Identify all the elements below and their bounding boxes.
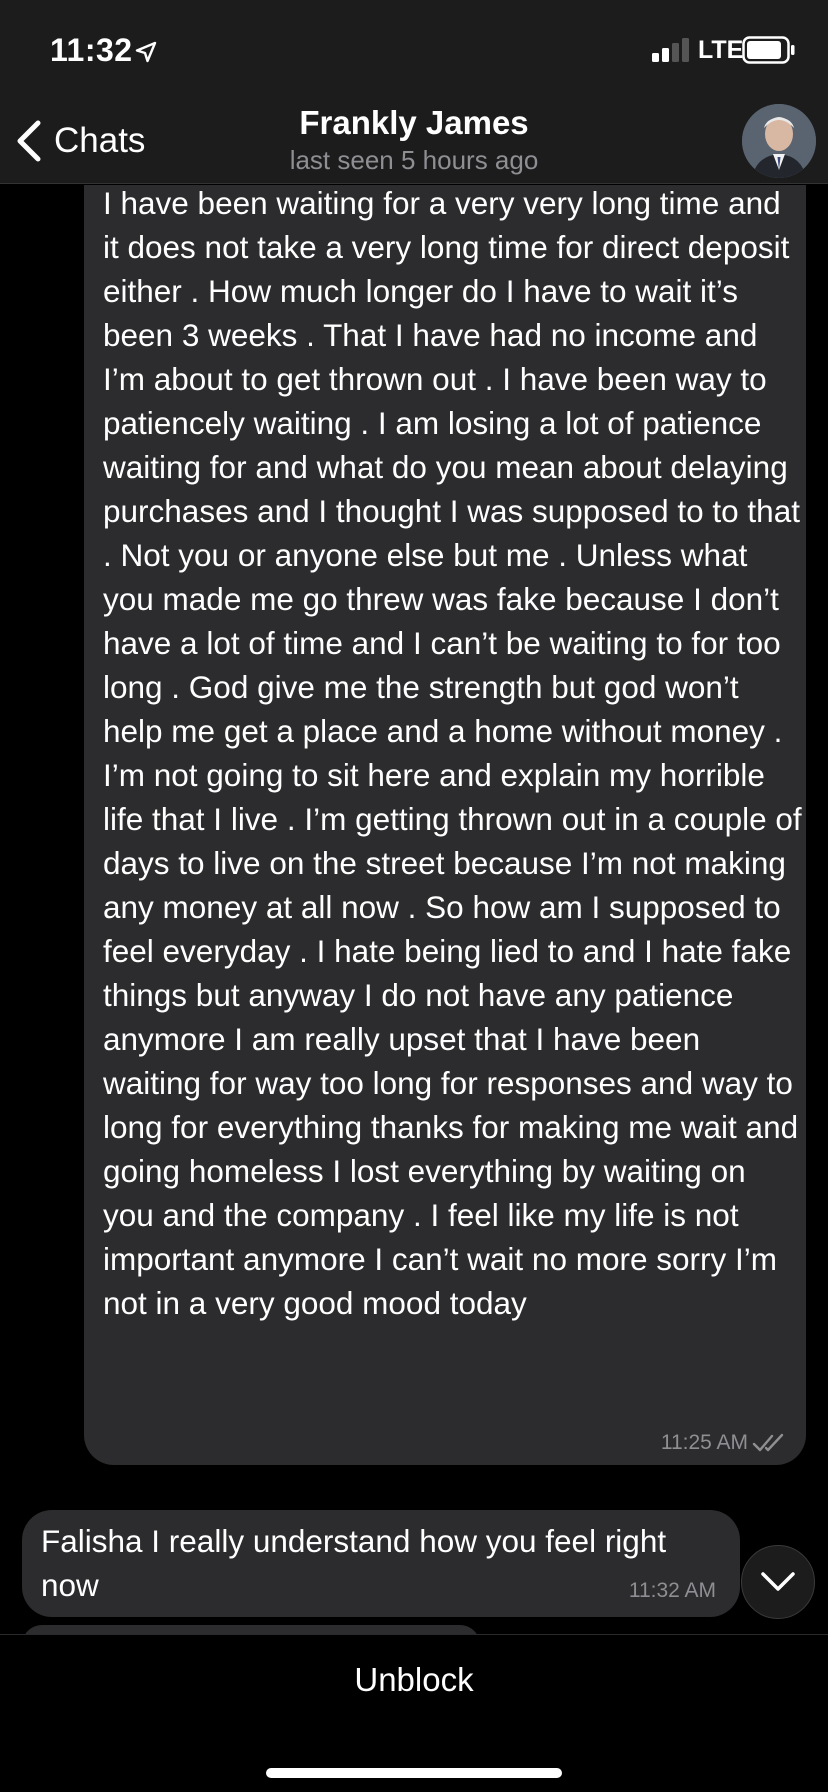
double-check-icon [752,1433,784,1452]
outgoing-message-bubble[interactable]: I have been waiting for a very very long… [84,185,806,1465]
message-time: 11:25 AM [660,1431,748,1454]
message-list[interactable]: I have been waiting for a very very long… [0,185,828,1635]
scroll-to-bottom-button[interactable] [741,1545,815,1619]
avatar[interactable] [742,104,816,178]
message-meta: 11:32 AM [629,1579,716,1603]
contact-name[interactable]: Frankly James [0,104,828,142]
message-time: 11:32 AM [628,1579,716,1602]
battery-icon [742,36,795,64]
incoming-message-bubble[interactable]: Falisha I really understand how you feel… [22,1510,740,1617]
last-seen-status: last seen 5 hours ago [289,145,539,175]
chat-header: Chats Frankly James last seen 5 hours ag… [0,96,828,184]
network-label: LTE [698,36,744,64]
home-indicator[interactable] [266,1768,562,1778]
message-meta: 11:25 AM [661,1431,786,1455]
status-bar: 11:32 LTE [0,0,828,96]
avatar-portrait-icon [742,104,816,178]
message-text: I have been waiting for a very very long… [103,185,802,1321]
signal-icon [652,38,689,62]
bottom-bar: Unblock [0,1634,828,1792]
location-arrow-icon [135,41,157,63]
unblock-button[interactable]: Unblock [0,1661,828,1699]
status-time: 11:32 [50,32,133,68]
message-text: Falisha I really understand how you feel… [41,1523,667,1603]
chevron-down-icon [761,1572,795,1591]
